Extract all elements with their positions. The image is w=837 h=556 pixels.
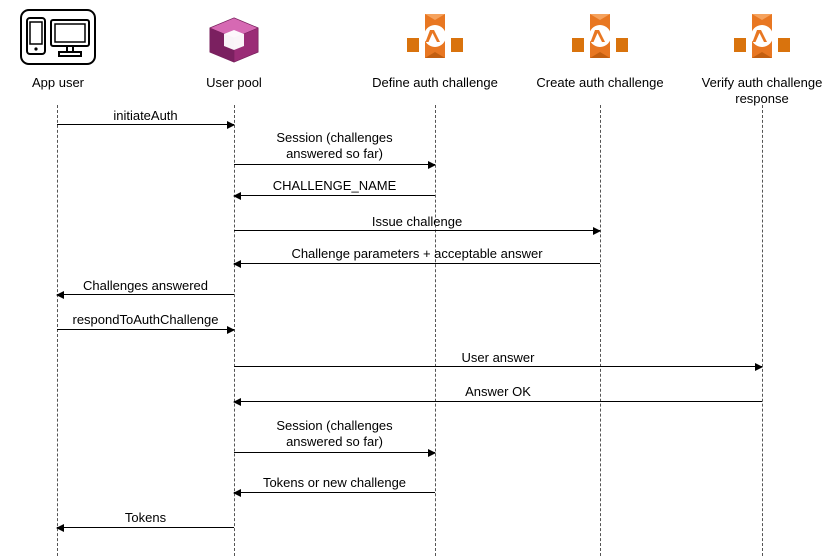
message-label: initiateAuth: [57, 108, 234, 124]
message-label: Answer OK: [234, 384, 762, 400]
message-arrow-session-2: [234, 452, 435, 453]
lifeline-app-user: [57, 105, 58, 556]
message-arrow-tokens-or-new: [234, 492, 435, 493]
message-arrow-respond-to-auth-challenge: [57, 329, 234, 330]
participant-label: Define auth challenge: [365, 75, 505, 91]
message-label: Session (challenges answered so far): [234, 130, 435, 163]
message-label: Challenge parameters + acceptable answer: [234, 246, 600, 262]
message-label: Tokens: [57, 510, 234, 526]
message-arrow-answer-ok: [234, 401, 762, 402]
message-arrow-issue-challenge: [234, 230, 600, 231]
sequence-diagram: App user User pool: [0, 0, 837, 556]
cognito-userpool-icon: [205, 8, 263, 69]
message-arrow-challenge-name: [234, 195, 435, 196]
message-label: Session (challenges answered so far): [234, 418, 435, 451]
message-label: Tokens or new challenge: [234, 475, 435, 491]
message-label: Challenges answered: [57, 278, 234, 294]
participant-app-user: App user: [18, 8, 98, 91]
lambda-icon: [405, 8, 465, 69]
message-arrow-tokens: [57, 527, 234, 528]
participant-label: Create auth challenge: [530, 75, 670, 91]
participant-create-challenge: Create auth challenge: [530, 8, 670, 91]
lifeline-create: [600, 105, 601, 556]
message-arrow-user-answer: [234, 366, 762, 367]
participant-user-pool: User pool: [194, 8, 274, 91]
lambda-icon: [570, 8, 630, 69]
message-arrow-initiateauth: [57, 124, 234, 125]
lifeline-define: [435, 105, 436, 556]
participant-verify-challenge: Verify auth challenge response: [692, 8, 832, 106]
mobile-desktop-icon: [19, 8, 97, 69]
participant-label: User pool: [194, 75, 274, 91]
message-label: User answer: [234, 350, 762, 366]
message-arrow-session-1: [234, 164, 435, 165]
lambda-icon: [732, 8, 792, 69]
lifeline-verify: [762, 105, 763, 556]
participant-define-challenge: Define auth challenge: [365, 8, 505, 91]
message-label: Issue challenge: [234, 214, 600, 230]
message-label: CHALLENGE_NAME: [234, 178, 435, 194]
message-arrow-challenges-answered: [57, 294, 234, 295]
participant-label: Verify auth challenge response: [692, 75, 832, 106]
message-label: respondToAuthChallenge: [57, 312, 234, 328]
participant-label: App user: [18, 75, 98, 91]
message-arrow-challenge-params: [234, 263, 600, 264]
